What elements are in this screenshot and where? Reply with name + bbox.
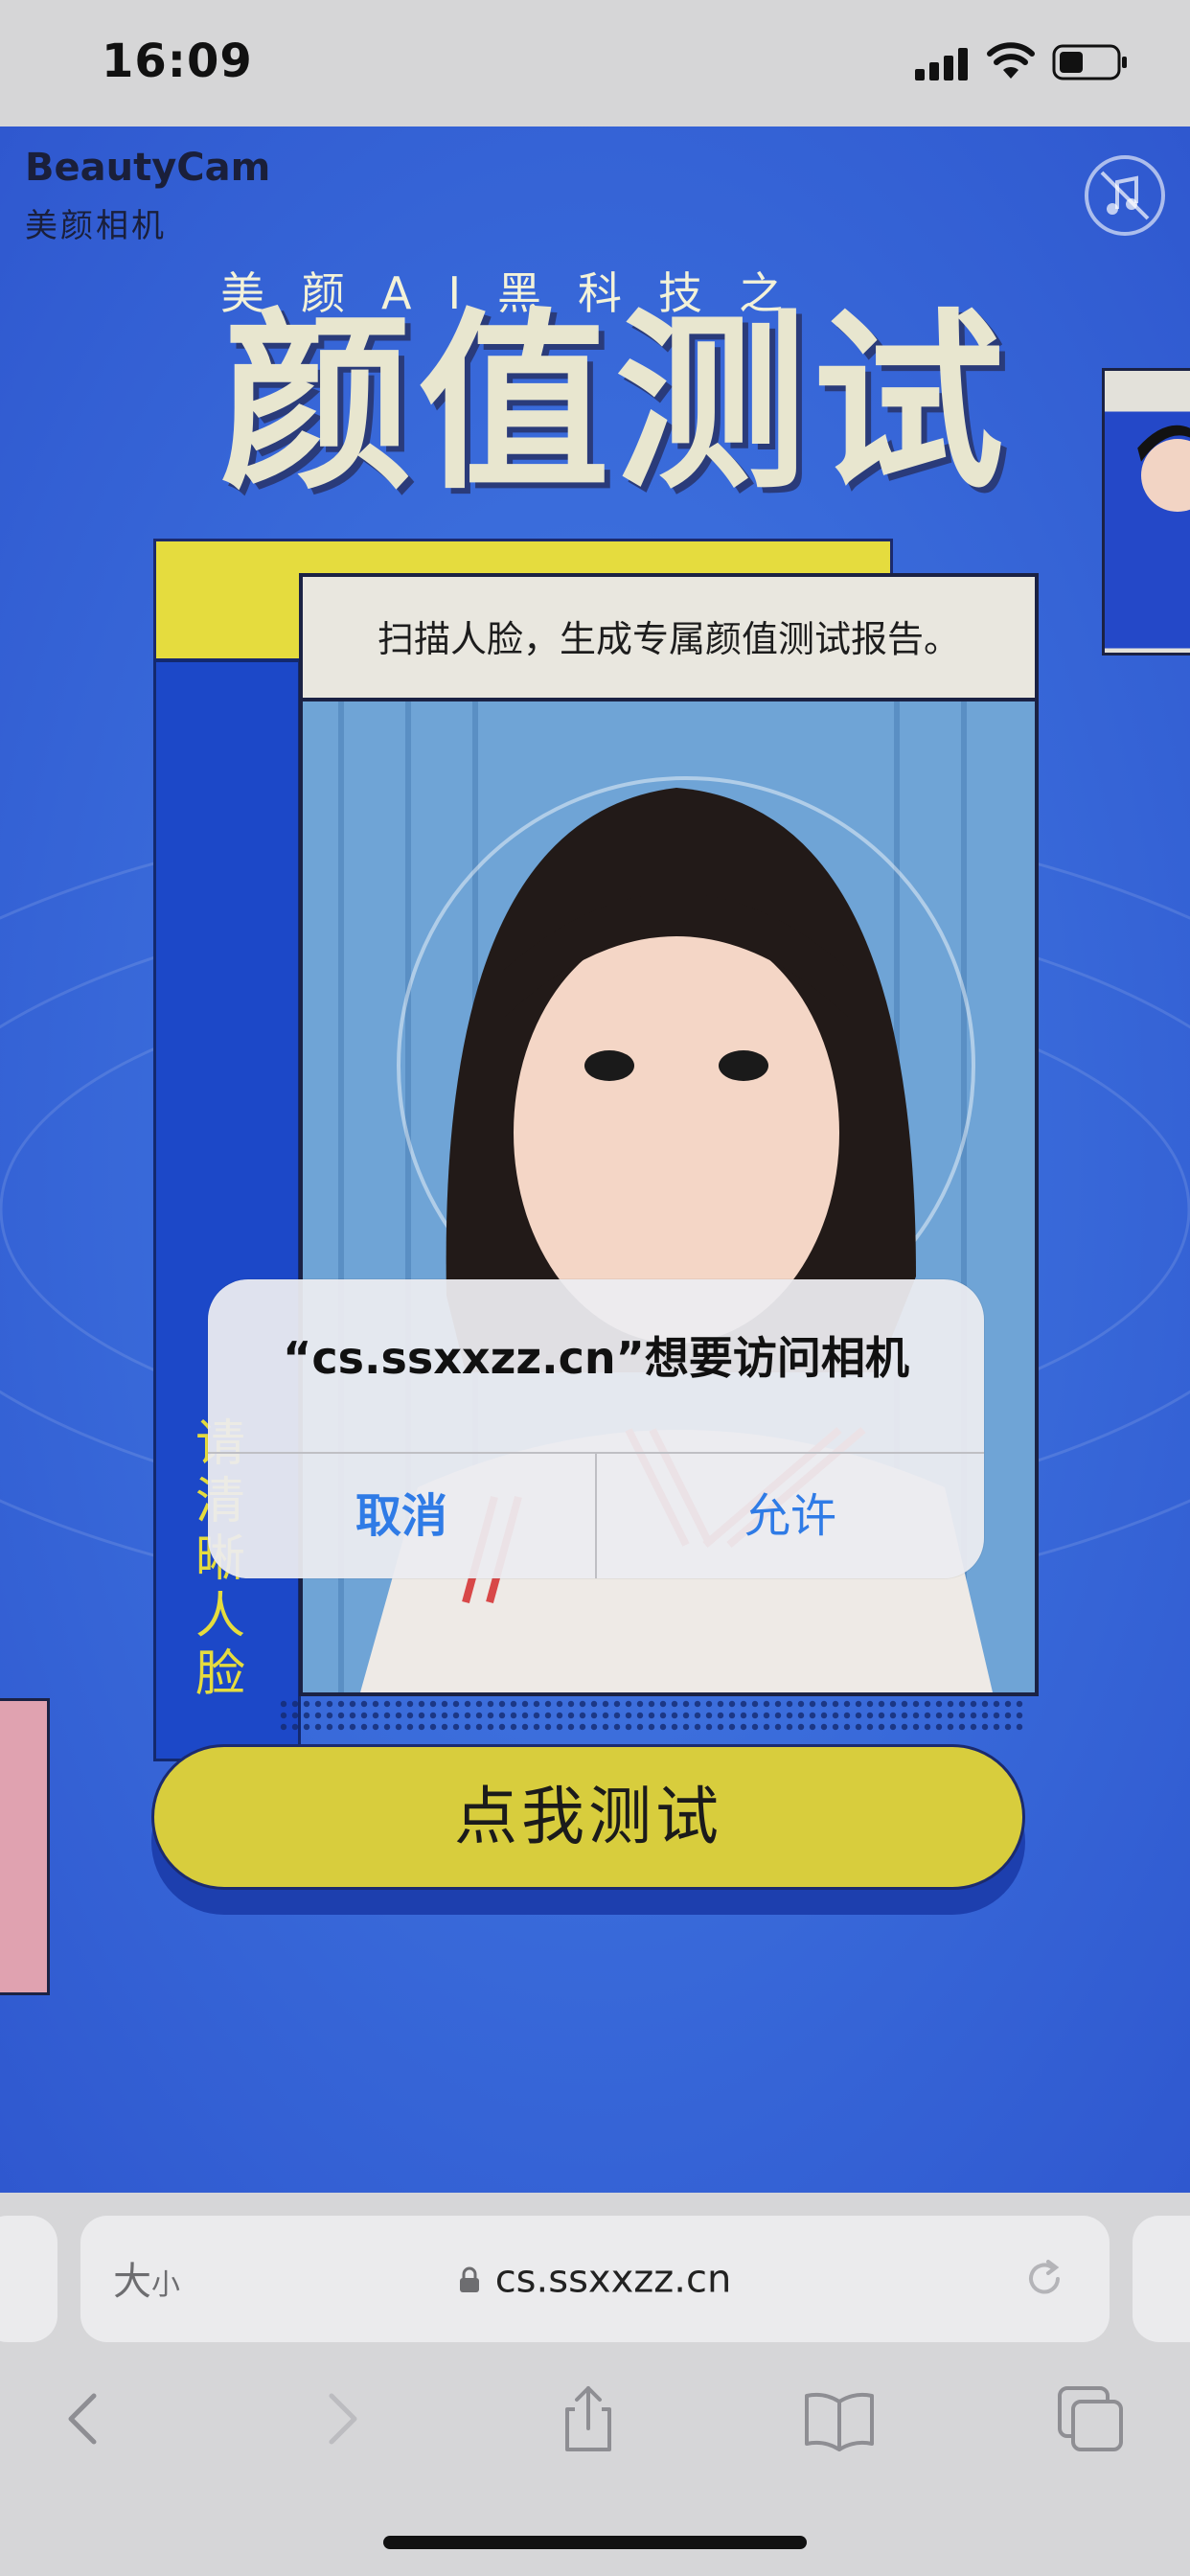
address-bar[interactable]: 大小 cs.ssxxzz.cn: [80, 2216, 1110, 2342]
back-chevron-icon[interactable]: [46, 2380, 123, 2457]
alert-title: “cs.ssxxzz.cn”想要访问相机: [283, 1332, 909, 1384]
cancel-button[interactable]: 取消: [208, 1454, 595, 1578]
brand-logo-en: BeautyCam: [25, 146, 271, 190]
decorative-dots: [278, 1698, 1025, 1731]
previous-tab-preview[interactable]: [0, 2216, 57, 2342]
forward-chevron-icon[interactable]: [303, 2380, 379, 2457]
status-time: 16:09: [102, 34, 253, 88]
camera-permission-alert: “cs.ssxxzz.cn”想要访问相机 取消 允许: [208, 1279, 984, 1578]
home-indicator[interactable]: [383, 2536, 807, 2549]
decorative-card-right: [1102, 368, 1190, 656]
status-bar: 16:09: [0, 0, 1190, 126]
share-icon[interactable]: [550, 2380, 627, 2457]
url-display[interactable]: cs.ssxxzz.cn: [80, 2216, 1110, 2342]
decorative-card-left: [0, 1698, 50, 1995]
allow-button[interactable]: 允许: [597, 1454, 984, 1578]
photo-caption: 扫描人脸，生成专属颜值测试报告。: [303, 577, 1035, 702]
url-text: cs.ssxxzz.cn: [494, 2257, 732, 2302]
next-tab-preview[interactable]: [1133, 2216, 1190, 2342]
start-test-button[interactable]: 点我测试: [151, 1744, 1025, 1890]
bookmarks-icon[interactable]: [801, 2380, 878, 2457]
brand-logo-cn: 美颜相机: [25, 207, 167, 245]
portrait-illustration: [1105, 411, 1190, 649]
web-page: BeautyCam 美颜相机 美颜AI黑科技之 颜值测试 请清晰人脸 扫描人脸，…: [0, 126, 1190, 2193]
cellular-signal-icon: [915, 48, 968, 80]
battery-icon: [1052, 44, 1127, 80]
music-off-icon: [1100, 171, 1150, 220]
headline-title: 颜值测试: [220, 292, 1011, 516]
music-toggle-button[interactable]: [1085, 155, 1165, 236]
reload-icon[interactable]: [1019, 2254, 1069, 2304]
lock-icon: [459, 2266, 479, 2292]
wifi-icon: [987, 42, 1035, 79]
tabs-icon[interactable]: [1052, 2380, 1129, 2457]
